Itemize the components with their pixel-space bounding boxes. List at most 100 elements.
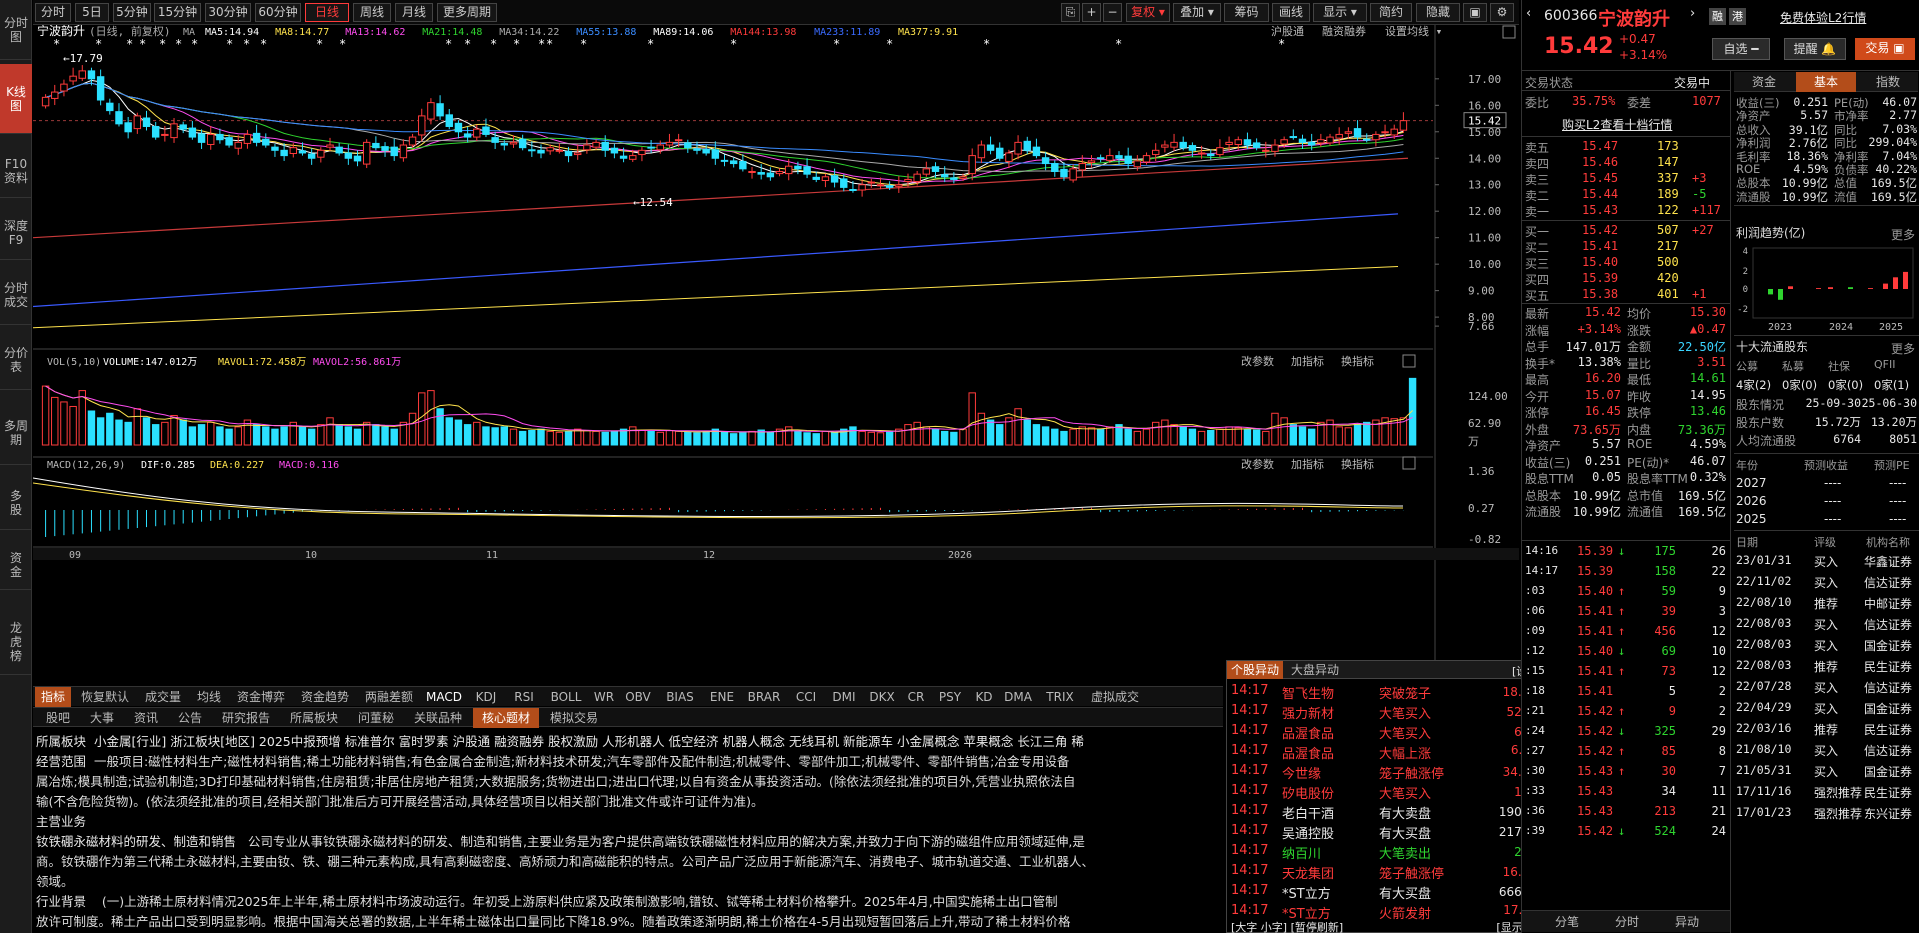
fund-tab[interactable]: 基本 — [1796, 72, 1856, 92]
holders-more-link[interactable]: 更多 — [1891, 340, 1915, 357]
l2-banner[interactable]: 购买L2查看十档行情 — [1562, 116, 1672, 133]
indicator-tab[interactable]: 资金博弈 — [231, 687, 291, 707]
indicator-tab[interactable]: BIAS — [659, 687, 701, 707]
period-button[interactable]: 月线 — [395, 3, 433, 22]
l2-trial-link[interactable]: 免费体验L2行情 — [1780, 9, 1866, 26]
period-button[interactable]: 日线 — [305, 3, 349, 22]
anomaly-stock[interactable]: 纳百川 — [1282, 843, 1321, 862]
indicator-tab[interactable]: RSI — [507, 687, 541, 707]
indicator-tab[interactable]: 指标 — [35, 687, 71, 707]
profit-more-link[interactable]: 更多 — [1891, 226, 1915, 243]
anomaly-stock[interactable]: 矽电股份 — [1282, 783, 1334, 802]
info-tab[interactable]: 研究报告 — [213, 708, 279, 728]
period-button[interactable]: 周线 — [353, 3, 391, 22]
indicator-tab[interactable]: CR — [903, 687, 929, 707]
period-button[interactable]: 分时 — [35, 3, 71, 22]
indicator-tab[interactable]: ENE — [705, 687, 739, 707]
sidebar-item[interactable]: 多 股 — [0, 475, 32, 530]
anomaly-tab[interactable]: 大盘异动 — [1287, 661, 1343, 679]
sidebar-item[interactable]: 分时 图 — [0, 0, 32, 60]
anomaly-stock[interactable]: 品渥食品 — [1282, 723, 1334, 742]
anomaly-tab[interactable]: 个股异动 — [1227, 661, 1283, 679]
indicator-tab[interactable]: CCI — [789, 687, 823, 707]
info-tab[interactable]: 公告 — [169, 708, 211, 728]
kline-chart[interactable]: 宁波韵升 (日线, 前复权) MA MA5:14.94 MA8:14.77 MA13:14… — [33, 25, 1519, 685]
sector-list[interactable]: 小金属[行业] 浙江板块[地区] 2025中报预增 标准普尔 富时罗素 沪股通 … — [94, 734, 1084, 749]
info-tab[interactable]: 资讯 — [125, 708, 167, 728]
fund-tab[interactable]: 指数 — [1858, 72, 1918, 92]
indicator-tab[interactable]: DKX — [865, 687, 899, 707]
anomaly-time: 14:17 — [1231, 723, 1269, 738]
indicator-tab[interactable]: BOLL — [545, 687, 587, 707]
indicator-tab[interactable]: MACD — [423, 687, 465, 707]
info-tab[interactable]: 股吧 — [37, 708, 79, 728]
indicator-tab[interactable]: 恢复默认 — [75, 687, 135, 707]
indicator-tab[interactable]: 均线 — [191, 687, 227, 707]
trade-button[interactable]: 交易 ▣ — [1855, 38, 1915, 60]
sidebar-item[interactable]: 深度 F9 — [0, 205, 32, 260]
tick-footer-tab[interactable]: 异动 — [1662, 911, 1712, 933]
period-button[interactable]: 30分钟 — [205, 3, 251, 22]
sidebar-item[interactable]: 分时 成交 — [0, 265, 32, 325]
watchlist-button[interactable]: 自选 ━ — [1712, 38, 1770, 60]
anomaly-stock[interactable]: 吴通控股 — [1282, 823, 1334, 842]
toolbar-button[interactable]: 简约 — [1370, 3, 1412, 22]
period-button[interactable]: 15分钟 — [154, 3, 201, 22]
prev-stock-icon[interactable]: ‹ — [1526, 6, 1531, 21]
indicator-tab[interactable]: TRIX — [1039, 687, 1081, 707]
tick-footer-tab[interactable]: 分笔 — [1542, 911, 1592, 933]
zoom-in-icon[interactable]: + — [1082, 3, 1101, 22]
anomaly-stock[interactable]: 强力新材 — [1282, 703, 1334, 722]
settings-icon[interactable]: ⚙ — [1490, 3, 1514, 22]
sidebar-item[interactable]: 多周 期 — [0, 400, 32, 465]
toolbar-button[interactable]: 显示 ▾ — [1313, 3, 1367, 22]
indicator-tab[interactable]: WR — [591, 687, 617, 707]
indicator-tab[interactable]: KDJ — [469, 687, 503, 707]
toolbar-button[interactable]: 隐藏 — [1416, 3, 1460, 22]
sidebar-item[interactable]: 龙 虎 榜 — [0, 595, 32, 675]
indicator-tab[interactable]: OBV — [621, 687, 655, 707]
anomaly-stock[interactable]: 天龙集团 — [1282, 863, 1334, 882]
toolbar-button[interactable]: 复权 ▾ — [1126, 3, 1170, 22]
anomaly-stock[interactable]: 品渥食品 — [1282, 743, 1334, 762]
indicator-tab[interactable]: KD — [971, 687, 997, 707]
alert-button[interactable]: 提醒 🔔 — [1784, 38, 1846, 60]
layout-icon[interactable]: ▣ — [1463, 3, 1487, 22]
anomaly-stock[interactable]: 智飞生物 — [1282, 683, 1334, 702]
anomaly-stock[interactable]: *ST立方 — [1282, 883, 1331, 902]
indicator-tab[interactable]: 两融差额 — [359, 687, 419, 707]
indicator-tab[interactable]: BRAR — [743, 687, 785, 707]
toolbar-button[interactable]: 叠加 ▾ — [1173, 3, 1221, 22]
sidebar-item[interactable]: K线 图 — [0, 64, 32, 134]
info-tab[interactable]: 核心题材 — [473, 708, 539, 728]
anomaly-stock[interactable]: 老白干酒 — [1282, 803, 1334, 822]
period-button[interactable]: 60分钟 — [255, 3, 301, 22]
indicator-tab[interactable]: PSY — [933, 687, 967, 707]
tick-footer-tab[interactable]: 分时 — [1602, 911, 1652, 933]
zoom-out-icon[interactable]: − — [1103, 3, 1122, 22]
sidebar-item[interactable]: 资 金 — [0, 540, 32, 590]
toolbar-button[interactable]: 筹码 — [1224, 3, 1269, 22]
info-tab[interactable]: 所属板块 — [281, 708, 347, 728]
anomaly-font-toggle[interactable]: [大字 小字] [暂停刷新] — [1231, 919, 1343, 933]
indicator-tab[interactable]: DMI — [827, 687, 861, 707]
link-ma-settings: 设置均线 ▾ — [1385, 25, 1442, 38]
indicator-tab[interactable]: DMA — [1001, 687, 1035, 707]
sidebar-item[interactable]: 分价 表 — [0, 330, 32, 390]
info-tab[interactable]: 关联品种 — [405, 708, 471, 728]
sidebar-item[interactable]: F10 资料 — [0, 143, 32, 198]
indicator-tab[interactable]: 成交量 — [139, 687, 187, 707]
copy-icon[interactable]: ⎘ — [1061, 3, 1080, 22]
period-button[interactable]: 5日 — [75, 3, 109, 22]
info-tab[interactable]: 大事 — [81, 708, 123, 728]
info-tab[interactable]: 模拟交易 — [541, 708, 607, 728]
info-tab[interactable]: 问董秘 — [349, 708, 403, 728]
next-stock-icon[interactable]: › — [1690, 6, 1695, 21]
indicator-tab[interactable]: 资金趋势 — [295, 687, 355, 707]
indicator-tab[interactable]: 虚拟成交 — [1085, 687, 1145, 707]
fund-tab[interactable]: 资金 — [1734, 72, 1794, 92]
period-button[interactable]: 5分钟 — [113, 3, 151, 22]
period-button[interactable]: 更多周期 — [437, 3, 497, 22]
toolbar-button[interactable]: 画线 — [1272, 3, 1310, 22]
anomaly-stock[interactable]: 今世缘 — [1282, 763, 1321, 782]
